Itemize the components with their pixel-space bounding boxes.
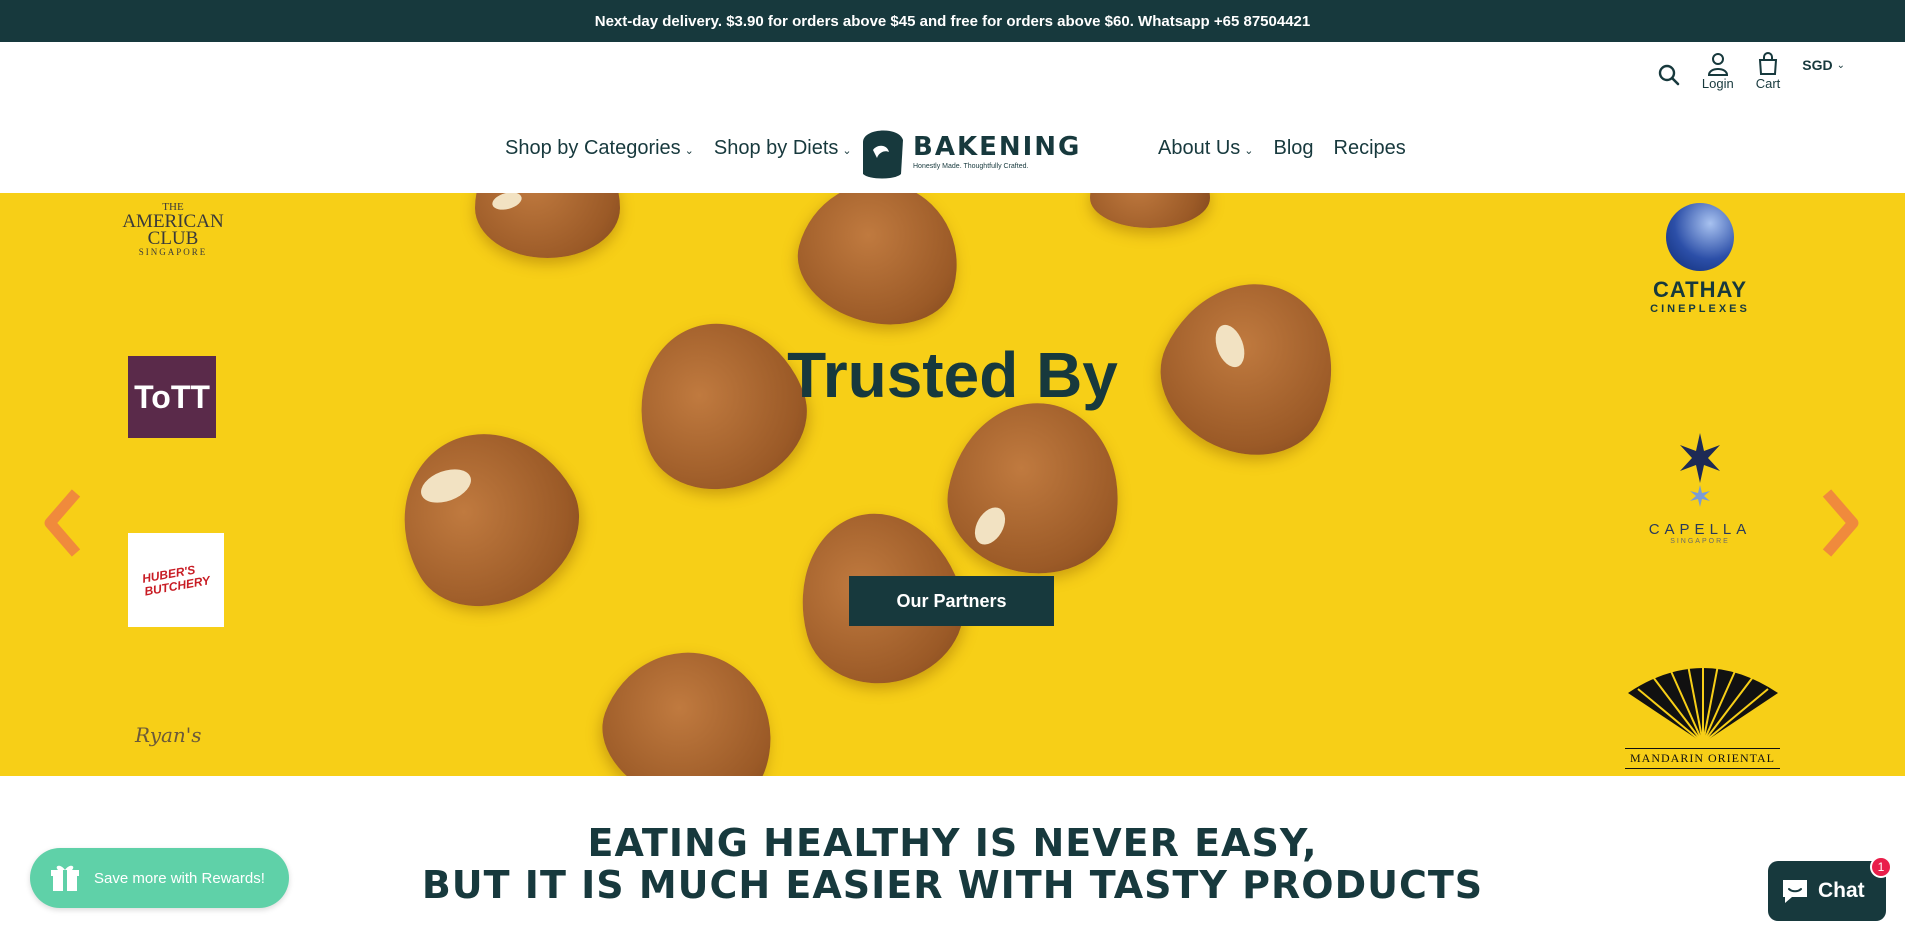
cookie-image xyxy=(936,389,1134,587)
main-nav-right: About Us ⌄ Blog Recipes xyxy=(1158,137,1406,160)
nav-label: Recipes xyxy=(1333,137,1406,159)
hero-slideshow: THE AMERICAN CLUB SINGAPORE ToTT HUBER'S… xyxy=(0,193,1905,776)
announcement-bar: Next-day delivery. $3.90 for orders abov… xyxy=(0,0,1905,42)
cart-link[interactable]: Cart xyxy=(1755,52,1781,91)
search-icon xyxy=(1658,64,1680,86)
cookie-image xyxy=(369,400,606,636)
nav-label: Blog xyxy=(1273,137,1314,159)
hero-title: Trusted By xyxy=(787,339,1118,411)
fan-icon xyxy=(1627,664,1778,744)
user-icon xyxy=(1707,53,1728,76)
cookie-image xyxy=(1090,193,1210,228)
chat-icon xyxy=(1783,880,1807,903)
nav-shop-by-categories[interactable]: Shop by Categories ⌄ xyxy=(505,137,694,160)
logo-text: CINEPLEXES xyxy=(1650,303,1750,315)
slider-next-button[interactable] xyxy=(1815,483,1865,563)
nav-about-us[interactable]: About Us ⌄ xyxy=(1158,137,1253,160)
logo-text: CAPELLA xyxy=(1648,521,1752,538)
capella-logo: CAPELLA SINGAPORE xyxy=(1640,433,1760,545)
cart-label: Cart xyxy=(1755,76,1781,91)
logo-text: SINGAPORE xyxy=(1670,538,1730,545)
cookie-image xyxy=(584,628,796,776)
chevron-left-icon xyxy=(44,489,81,557)
nav-label: Shop by Categories xyxy=(505,137,681,159)
nav-recipes[interactable]: Recipes xyxy=(1334,137,1406,160)
logo-name: BAKENING xyxy=(913,132,1082,162)
announcement-text: Next-day delivery. $3.90 for orders abov… xyxy=(594,12,1311,30)
logo-text: SINGAPORE xyxy=(138,247,208,257)
nav-shop-by-diets[interactable]: Shop by Diets ⌄ xyxy=(714,137,852,160)
site-header: Login Cart SGD ⌄ Shop by Categories ⌄ Sh… xyxy=(0,42,1905,193)
nav-blog[interactable]: Blog xyxy=(1273,137,1313,160)
logo-text: CLUB xyxy=(147,228,199,249)
american-club-logo: THE AMERICAN CLUB SINGAPORE xyxy=(118,201,228,257)
mandarin-oriental-logo: MANDARIN ORIENTAL xyxy=(1625,663,1780,769)
chat-notification-badge: 1 xyxy=(1870,856,1892,878)
logo-tagline: Honestly Made. Thoughtfully Crafted. xyxy=(913,163,1029,170)
search-button[interactable] xyxy=(1658,64,1680,91)
chevron-down-icon: ⌄ xyxy=(1836,59,1845,71)
nav-label: About Us xyxy=(1158,137,1241,159)
star-icon xyxy=(1680,433,1720,507)
hubers-butchery-logo: HUBER'S BUTCHERY xyxy=(128,533,224,627)
chat-label: Chat xyxy=(1818,879,1865,902)
chat-button[interactable]: Chat xyxy=(1768,861,1886,921)
main-nav-left: Shop by Categories ⌄ Shop by Diets ⌄ xyxy=(505,137,852,160)
currency-value: SGD xyxy=(1802,57,1833,73)
cathay-globe-icon xyxy=(1666,203,1734,271)
our-partners-button[interactable]: Our Partners xyxy=(849,576,1054,626)
rewards-label: Save more with Rewards! xyxy=(94,869,265,887)
gift-icon xyxy=(51,865,79,891)
rewards-button[interactable]: Save more with Rewards! xyxy=(30,848,289,908)
chevron-down-icon: ⌄ xyxy=(842,145,852,157)
ryans-grocery-logo: Ryan's xyxy=(135,723,202,747)
login-link[interactable]: Login xyxy=(1702,52,1734,91)
cathay-cineplexes-logo: CATHAY CINEPLEXES xyxy=(1650,203,1750,315)
chevron-down-icon: ⌄ xyxy=(1244,145,1254,157)
currency-selector[interactable]: SGD ⌄ xyxy=(1802,57,1845,73)
logo-text: BAKENING Honestly Made. Thoughtfully Cra… xyxy=(913,132,1081,170)
logo-text: CATHAY xyxy=(1652,277,1747,302)
cart-icon xyxy=(1758,52,1778,75)
logo-text: HUBER'S BUTCHERY xyxy=(140,562,211,599)
nav-label: Shop by Diets xyxy=(713,137,839,159)
logo-text: MANDARIN ORIENTAL xyxy=(1625,748,1780,769)
chevron-right-icon xyxy=(1822,489,1859,557)
site-logo[interactable]: BAKENING Honestly Made. Thoughtfully Cra… xyxy=(855,122,1081,180)
cookie-image xyxy=(784,193,976,342)
slider-prev-button[interactable] xyxy=(38,483,88,563)
heading-line-1: EATING HEALTHY IS NEVER EASY, xyxy=(587,821,1318,865)
logo-text: Ryan's xyxy=(135,723,202,747)
chevron-down-icon: ⌄ xyxy=(684,145,694,157)
utility-nav: Login Cart SGD ⌄ xyxy=(1658,52,1845,91)
bread-logo-icon xyxy=(863,130,903,179)
login-label: Login xyxy=(1701,76,1734,91)
